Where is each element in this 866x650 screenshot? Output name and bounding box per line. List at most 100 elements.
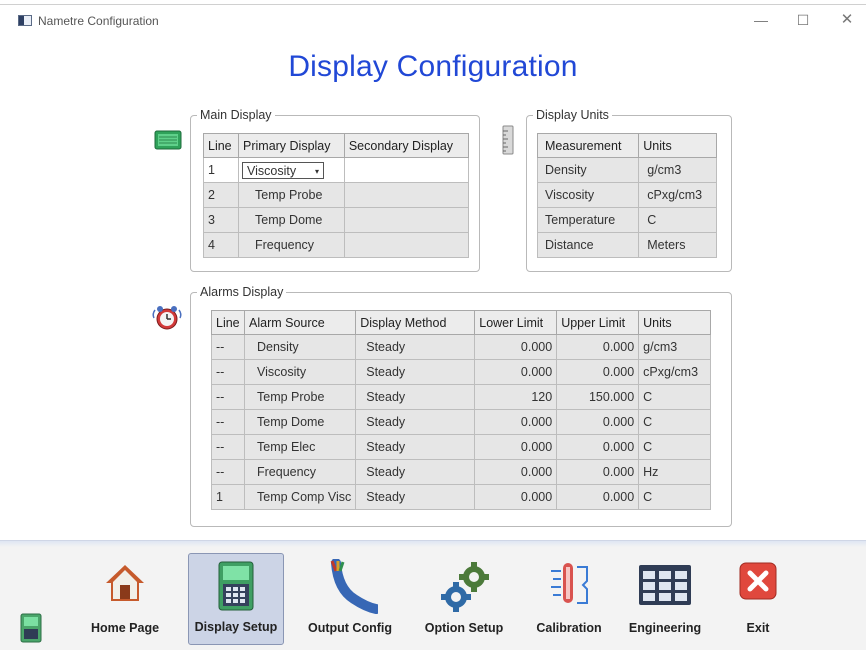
engineering-button[interactable]: Engineering xyxy=(617,553,713,645)
alarm-source-cell[interactable]: Temp Elec xyxy=(243,434,357,460)
home-page-label: Home Page xyxy=(90,621,160,635)
lower-limit-cell[interactable]: 0.000 xyxy=(474,484,558,510)
lower-limit-cell[interactable]: 0.000 xyxy=(474,359,558,385)
units-cell[interactable]: Meters xyxy=(638,232,717,258)
table-row[interactable]: Distance Meters xyxy=(536,232,717,258)
upper-limit-cell[interactable]: 150.000 xyxy=(556,384,640,410)
units-cell[interactable]: C xyxy=(638,207,717,233)
lower-limit-cell[interactable]: 0.000 xyxy=(474,434,558,460)
maximize-button[interactable]: ☐ xyxy=(788,10,818,30)
display-method-cell[interactable]: Steady xyxy=(355,384,476,410)
close-button[interactable]: ✕ xyxy=(832,10,862,30)
display-setup-button[interactable]: Display Setup xyxy=(188,553,284,645)
window-title: Nametre Configuration xyxy=(38,14,159,28)
upper-limit-cell[interactable]: 0.000 xyxy=(556,459,640,485)
column-header[interactable]: Alarm Source xyxy=(243,310,357,335)
gears-icon xyxy=(441,562,489,612)
column-header[interactable]: Display Method xyxy=(355,310,476,335)
lower-limit-cell[interactable]: 0.000 xyxy=(474,334,558,360)
home-page-button[interactable]: Home Page xyxy=(77,553,173,645)
close-x-icon xyxy=(739,562,777,600)
measurement-cell: Temperature xyxy=(536,207,640,233)
units-cell[interactable]: cPxg/cm3 xyxy=(638,182,717,208)
secondary-display-cell[interactable] xyxy=(343,232,470,258)
secondary-display-cell[interactable] xyxy=(343,157,470,183)
units-cell: cPxg/cm3 xyxy=(638,359,711,385)
units-cell[interactable]: g/cm3 xyxy=(638,157,717,183)
column-header[interactable]: Line xyxy=(203,133,239,158)
alarm-source-cell[interactable]: Viscosity xyxy=(243,359,357,385)
upper-limit-cell[interactable]: 0.000 xyxy=(556,409,640,435)
table-row[interactable]: 1 Viscosity ▾ xyxy=(203,157,470,183)
table-row[interactable]: 1 Temp Comp Visc Steady 0.000 0.000 C xyxy=(211,484,711,510)
calibration-button[interactable]: Calibration xyxy=(521,553,617,645)
table-row[interactable]: -- Temp Dome Steady 0.000 0.000 C xyxy=(211,409,711,435)
display-method-cell[interactable]: Steady xyxy=(355,434,476,460)
upper-limit-cell[interactable]: 0.000 xyxy=(556,359,640,385)
secondary-display-cell[interactable] xyxy=(343,207,470,233)
table-row[interactable]: -- Viscosity Steady 0.000 0.000 cPxg/cm3 xyxy=(211,359,711,385)
column-header[interactable]: Line xyxy=(211,310,245,335)
column-header[interactable]: Lower Limit xyxy=(474,310,558,335)
display-method-cell[interactable]: Steady xyxy=(355,359,476,385)
table-row[interactable]: -- Temp Probe Steady 120 150.000 C xyxy=(211,384,711,410)
line-cell: -- xyxy=(211,434,245,460)
primary-display-cell[interactable]: Viscosity ▾ xyxy=(238,157,345,183)
app-window-icon xyxy=(18,15,32,26)
table-row[interactable]: -- Density Steady 0.000 0.000 g/cm3 xyxy=(211,334,711,360)
lower-limit-cell[interactable]: 0.000 xyxy=(474,459,558,485)
minimize-button[interactable]: — xyxy=(746,10,776,30)
table-row[interactable]: 2 Temp Probe xyxy=(203,182,470,208)
upper-limit-cell[interactable]: 0.000 xyxy=(556,434,640,460)
line-cell: -- xyxy=(211,384,245,410)
upper-limit-cell[interactable]: 0.000 xyxy=(556,484,640,510)
alarm-source-cell[interactable]: Frequency xyxy=(243,459,357,485)
table-row[interactable]: 3 Temp Dome xyxy=(203,207,470,233)
primary-display-cell[interactable]: Temp Dome xyxy=(238,207,345,233)
bottom-toolbar: Home Page Display Setup Output Config Op… xyxy=(0,540,866,650)
option-setup-button[interactable]: Option Setup xyxy=(416,553,512,645)
units-cell: C xyxy=(638,484,711,510)
primary-display-combobox[interactable]: Viscosity ▾ xyxy=(242,161,324,180)
line-cell: 4 xyxy=(203,232,239,258)
display-units-table: Measurement Units Density g/cm3 Viscosity… xyxy=(536,133,717,258)
lower-limit-cell[interactable]: 0.000 xyxy=(474,409,558,435)
table-row[interactable]: Temperature C xyxy=(536,207,717,233)
display-method-cell[interactable]: Steady xyxy=(355,409,476,435)
exit-button[interactable]: Exit xyxy=(710,553,806,645)
dropdown-arrow-icon[interactable]: ▾ xyxy=(315,163,319,180)
engineering-label: Engineering xyxy=(628,621,702,635)
column-header[interactable]: Units xyxy=(638,310,711,335)
units-cell: C xyxy=(638,384,711,410)
thermometer-scale-icon xyxy=(551,563,588,604)
column-header[interactable]: Primary Display xyxy=(238,133,345,158)
table-header-row: Line Alarm Source Display Method Lower L… xyxy=(211,310,711,335)
alarm-source-cell[interactable]: Temp Dome xyxy=(243,409,357,435)
table-row[interactable]: -- Temp Elec Steady 0.000 0.000 C xyxy=(211,434,711,460)
table-row[interactable]: -- Frequency Steady 0.000 0.000 Hz xyxy=(211,459,711,485)
home-icon xyxy=(106,565,144,601)
primary-display-cell[interactable]: Temp Probe xyxy=(238,182,345,208)
display-method-cell[interactable]: Steady xyxy=(355,459,476,485)
column-header[interactable]: Units xyxy=(638,133,717,158)
display-method-cell[interactable]: Steady xyxy=(355,484,476,510)
display-method-cell[interactable]: Steady xyxy=(355,334,476,360)
column-header[interactable]: Secondary Display xyxy=(343,133,470,158)
secondary-display-cell[interactable] xyxy=(343,182,470,208)
column-header[interactable]: Measurement xyxy=(536,133,640,158)
output-config-button[interactable]: Output Config xyxy=(302,553,398,645)
table-row[interactable]: Viscosity cPxg/cm3 xyxy=(536,182,717,208)
exit-label: Exit xyxy=(746,621,770,635)
line-cell: 3 xyxy=(203,207,239,233)
alarm-source-cell[interactable]: Temp Comp Visc xyxy=(243,484,357,510)
table-row[interactable]: 4 Frequency xyxy=(203,232,470,258)
upper-limit-cell[interactable]: 0.000 xyxy=(556,334,640,360)
line-cell: -- xyxy=(211,359,245,385)
lower-limit-cell[interactable]: 120 xyxy=(474,384,558,410)
page-title: Display Configuration xyxy=(288,50,578,83)
table-row[interactable]: Density g/cm3 xyxy=(536,157,717,183)
column-header[interactable]: Upper Limit xyxy=(556,310,640,335)
alarm-source-cell[interactable]: Density xyxy=(243,334,357,360)
primary-display-cell[interactable]: Frequency xyxy=(238,232,345,258)
alarm-source-cell[interactable]: Temp Probe xyxy=(243,384,357,410)
